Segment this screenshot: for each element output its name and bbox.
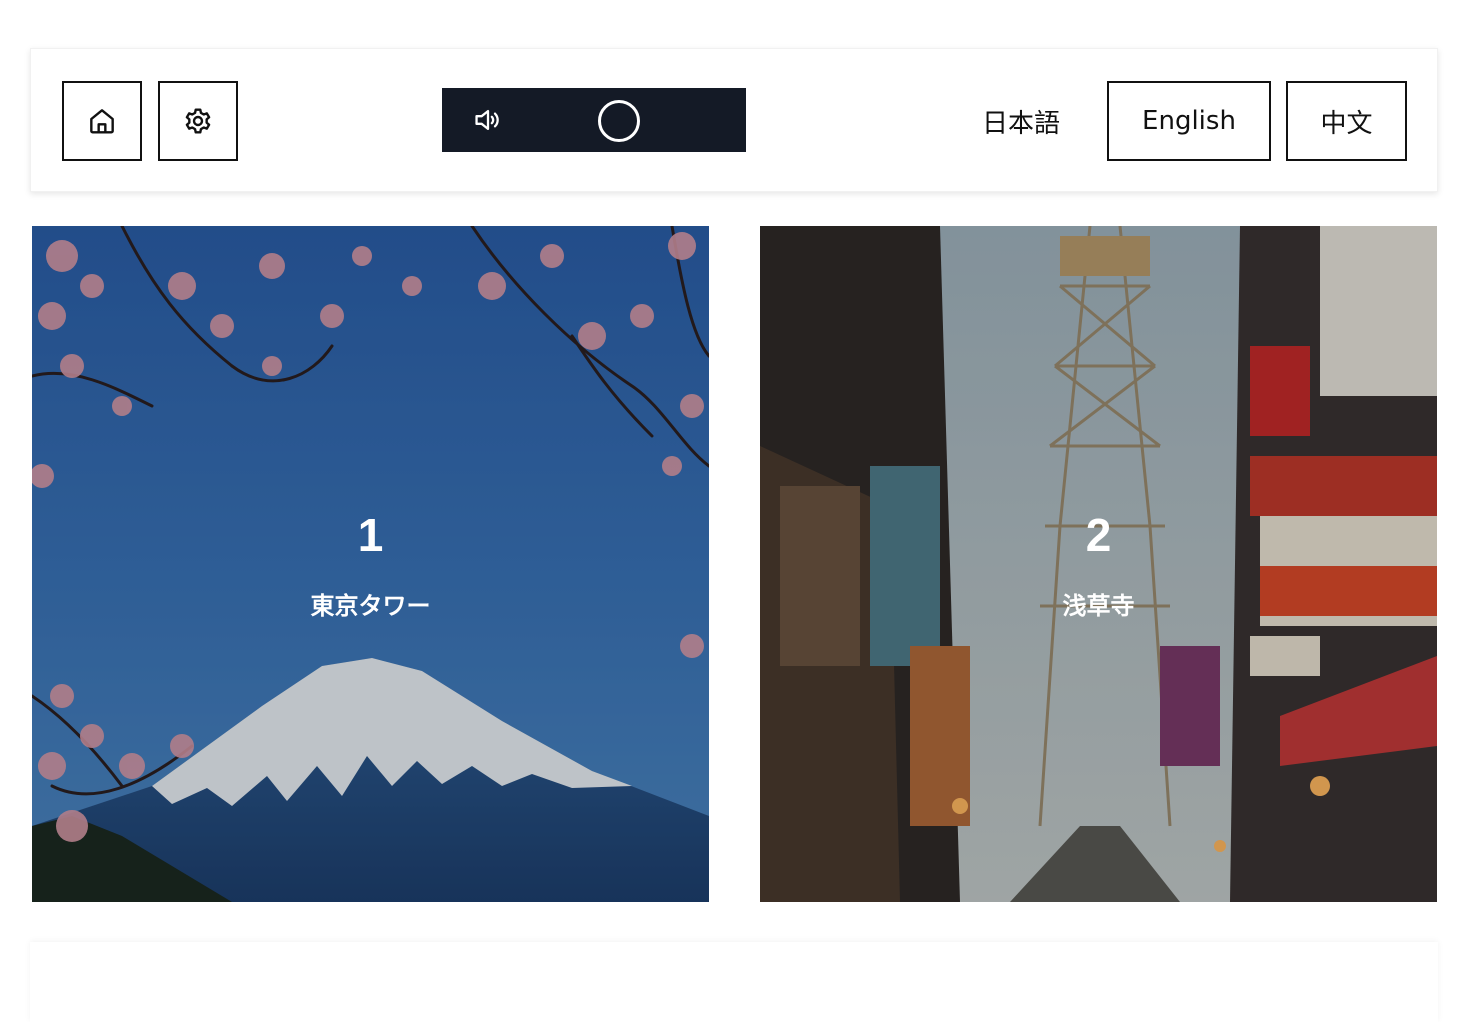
location-card-1[interactable]: 1 東京タワー — [32, 226, 709, 902]
gear-icon — [185, 108, 211, 134]
top-toolbar: 日本語 English 中文 — [30, 48, 1438, 192]
location-card-2[interactable]: 2 浅草寺 — [760, 226, 1437, 902]
audio-progress-knob[interactable] — [598, 100, 640, 142]
settings-button[interactable] — [158, 81, 238, 161]
language-japanese-button[interactable]: 日本語 — [961, 81, 1081, 161]
card-overlay — [32, 226, 709, 902]
speaker-icon[interactable] — [470, 104, 506, 136]
card-number: 2 — [1085, 509, 1112, 561]
home-icon — [90, 109, 114, 134]
card-label: 東京タワー — [310, 592, 431, 620]
language-chinese-button[interactable]: 中文 — [1286, 81, 1407, 161]
card-label: 浅草寺 — [1062, 592, 1135, 620]
card-number: 1 — [357, 509, 384, 561]
bottom-panel — [30, 942, 1438, 1022]
card-overlay — [760, 226, 1437, 902]
home-button[interactable] — [62, 81, 142, 161]
language-english-button[interactable]: English — [1107, 81, 1271, 161]
audio-player[interactable] — [442, 88, 746, 152]
